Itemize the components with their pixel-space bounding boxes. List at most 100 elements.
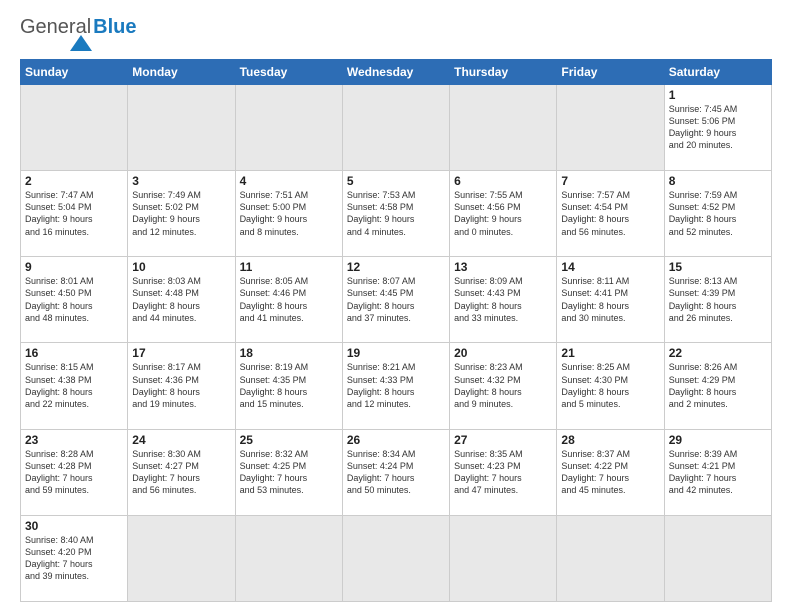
day-info: Sunrise: 8:37 AM Sunset: 4:22 PM Dayligh… <box>561 448 659 497</box>
day-cell: 15Sunrise: 8:13 AM Sunset: 4:39 PM Dayli… <box>664 257 771 343</box>
day-info: Sunrise: 8:03 AM Sunset: 4:48 PM Dayligh… <box>132 275 230 324</box>
day-cell: 24Sunrise: 8:30 AM Sunset: 4:27 PM Dayli… <box>128 429 235 515</box>
day-cell: 9Sunrise: 8:01 AM Sunset: 4:50 PM Daylig… <box>21 257 128 343</box>
day-cell <box>664 515 771 601</box>
day-number: 11 <box>240 260 338 274</box>
day-cell <box>235 515 342 601</box>
day-cell <box>450 85 557 171</box>
day-cell <box>235 85 342 171</box>
day-number: 4 <box>240 174 338 188</box>
day-info: Sunrise: 8:26 AM Sunset: 4:29 PM Dayligh… <box>669 361 767 410</box>
day-info: Sunrise: 8:35 AM Sunset: 4:23 PM Dayligh… <box>454 448 552 497</box>
day-info: Sunrise: 8:34 AM Sunset: 4:24 PM Dayligh… <box>347 448 445 497</box>
day-cell <box>342 85 449 171</box>
day-cell: 20Sunrise: 8:23 AM Sunset: 4:32 PM Dayli… <box>450 343 557 429</box>
day-number: 8 <box>669 174 767 188</box>
day-info: Sunrise: 8:25 AM Sunset: 4:30 PM Dayligh… <box>561 361 659 410</box>
day-number: 30 <box>25 519 123 533</box>
day-number: 22 <box>669 346 767 360</box>
day-cell: 14Sunrise: 8:11 AM Sunset: 4:41 PM Dayli… <box>557 257 664 343</box>
header: General Blue <box>20 16 772 51</box>
day-cell: 7Sunrise: 7:57 AM Sunset: 4:54 PM Daylig… <box>557 171 664 257</box>
day-cell <box>21 85 128 171</box>
day-number: 10 <box>132 260 230 274</box>
day-number: 19 <box>347 346 445 360</box>
day-cell: 1Sunrise: 7:45 AM Sunset: 5:06 PM Daylig… <box>664 85 771 171</box>
week-row-1: 2Sunrise: 7:47 AM Sunset: 5:04 PM Daylig… <box>21 171 772 257</box>
day-info: Sunrise: 8:09 AM Sunset: 4:43 PM Dayligh… <box>454 275 552 324</box>
day-cell: 28Sunrise: 8:37 AM Sunset: 4:22 PM Dayli… <box>557 429 664 515</box>
day-cell <box>557 85 664 171</box>
day-number: 2 <box>25 174 123 188</box>
logo-blue: Blue <box>93 16 136 39</box>
day-cell <box>557 515 664 601</box>
day-cell: 29Sunrise: 8:39 AM Sunset: 4:21 PM Dayli… <box>664 429 771 515</box>
weekday-header-row: SundayMondayTuesdayWednesdayThursdayFrid… <box>21 60 772 85</box>
day-info: Sunrise: 8:15 AM Sunset: 4:38 PM Dayligh… <box>25 361 123 410</box>
day-cell <box>128 515 235 601</box>
day-number: 23 <box>25 433 123 447</box>
day-number: 28 <box>561 433 659 447</box>
day-number: 13 <box>454 260 552 274</box>
day-info: Sunrise: 8:40 AM Sunset: 4:20 PM Dayligh… <box>25 534 123 583</box>
day-cell <box>342 515 449 601</box>
day-number: 6 <box>454 174 552 188</box>
calendar: SundayMondayTuesdayWednesdayThursdayFrid… <box>20 59 772 602</box>
day-cell <box>128 85 235 171</box>
day-info: Sunrise: 8:05 AM Sunset: 4:46 PM Dayligh… <box>240 275 338 324</box>
day-info: Sunrise: 8:39 AM Sunset: 4:21 PM Dayligh… <box>669 448 767 497</box>
day-number: 3 <box>132 174 230 188</box>
day-number: 18 <box>240 346 338 360</box>
day-number: 29 <box>669 433 767 447</box>
weekday-header-tuesday: Tuesday <box>235 60 342 85</box>
day-cell: 22Sunrise: 8:26 AM Sunset: 4:29 PM Dayli… <box>664 343 771 429</box>
day-cell: 10Sunrise: 8:03 AM Sunset: 4:48 PM Dayli… <box>128 257 235 343</box>
day-cell: 18Sunrise: 8:19 AM Sunset: 4:35 PM Dayli… <box>235 343 342 429</box>
day-cell: 8Sunrise: 7:59 AM Sunset: 4:52 PM Daylig… <box>664 171 771 257</box>
logo-icon <box>70 35 92 51</box>
day-number: 15 <box>669 260 767 274</box>
week-row-0: 1Sunrise: 7:45 AM Sunset: 5:06 PM Daylig… <box>21 85 772 171</box>
day-cell: 30Sunrise: 8:40 AM Sunset: 4:20 PM Dayli… <box>21 515 128 601</box>
day-info: Sunrise: 7:47 AM Sunset: 5:04 PM Dayligh… <box>25 189 123 238</box>
day-info: Sunrise: 7:51 AM Sunset: 5:00 PM Dayligh… <box>240 189 338 238</box>
day-info: Sunrise: 8:23 AM Sunset: 4:32 PM Dayligh… <box>454 361 552 410</box>
day-info: Sunrise: 8:11 AM Sunset: 4:41 PM Dayligh… <box>561 275 659 324</box>
day-number: 20 <box>454 346 552 360</box>
day-cell: 6Sunrise: 7:55 AM Sunset: 4:56 PM Daylig… <box>450 171 557 257</box>
day-cell: 23Sunrise: 8:28 AM Sunset: 4:28 PM Dayli… <box>21 429 128 515</box>
day-number: 14 <box>561 260 659 274</box>
day-number: 16 <box>25 346 123 360</box>
day-number: 7 <box>561 174 659 188</box>
day-info: Sunrise: 7:49 AM Sunset: 5:02 PM Dayligh… <box>132 189 230 238</box>
day-number: 26 <box>347 433 445 447</box>
day-number: 25 <box>240 433 338 447</box>
day-number: 1 <box>669 88 767 102</box>
weekday-header-monday: Monday <box>128 60 235 85</box>
weekday-header-saturday: Saturday <box>664 60 771 85</box>
day-cell: 21Sunrise: 8:25 AM Sunset: 4:30 PM Dayli… <box>557 343 664 429</box>
day-cell <box>450 515 557 601</box>
day-cell: 3Sunrise: 7:49 AM Sunset: 5:02 PM Daylig… <box>128 171 235 257</box>
day-info: Sunrise: 8:32 AM Sunset: 4:25 PM Dayligh… <box>240 448 338 497</box>
weekday-header-thursday: Thursday <box>450 60 557 85</box>
week-row-2: 9Sunrise: 8:01 AM Sunset: 4:50 PM Daylig… <box>21 257 772 343</box>
week-row-4: 23Sunrise: 8:28 AM Sunset: 4:28 PM Dayli… <box>21 429 772 515</box>
logo: General Blue <box>20 16 137 51</box>
day-info: Sunrise: 7:55 AM Sunset: 4:56 PM Dayligh… <box>454 189 552 238</box>
page: General Blue SundayMondayTuesdayWednesda… <box>0 0 792 612</box>
day-info: Sunrise: 8:21 AM Sunset: 4:33 PM Dayligh… <box>347 361 445 410</box>
day-cell: 5Sunrise: 7:53 AM Sunset: 4:58 PM Daylig… <box>342 171 449 257</box>
day-info: Sunrise: 8:07 AM Sunset: 4:45 PM Dayligh… <box>347 275 445 324</box>
day-number: 5 <box>347 174 445 188</box>
day-info: Sunrise: 7:57 AM Sunset: 4:54 PM Dayligh… <box>561 189 659 238</box>
day-info: Sunrise: 8:30 AM Sunset: 4:27 PM Dayligh… <box>132 448 230 497</box>
day-info: Sunrise: 8:17 AM Sunset: 4:36 PM Dayligh… <box>132 361 230 410</box>
day-number: 12 <box>347 260 445 274</box>
day-info: Sunrise: 8:13 AM Sunset: 4:39 PM Dayligh… <box>669 275 767 324</box>
day-number: 17 <box>132 346 230 360</box>
day-cell: 4Sunrise: 7:51 AM Sunset: 5:00 PM Daylig… <box>235 171 342 257</box>
day-cell: 19Sunrise: 8:21 AM Sunset: 4:33 PM Dayli… <box>342 343 449 429</box>
day-info: Sunrise: 7:59 AM Sunset: 4:52 PM Dayligh… <box>669 189 767 238</box>
day-cell: 12Sunrise: 8:07 AM Sunset: 4:45 PM Dayli… <box>342 257 449 343</box>
